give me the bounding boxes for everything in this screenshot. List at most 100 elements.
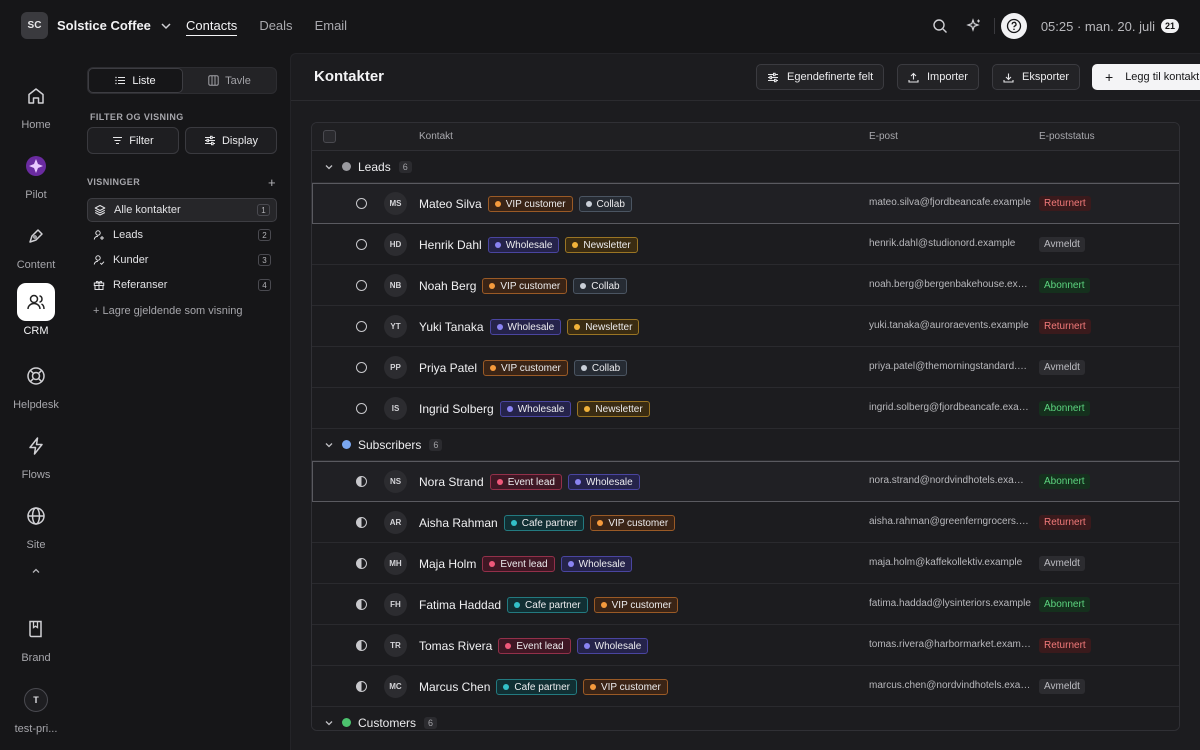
table-row[interactable]: HD Henrik Dahl Wholesale Newsletter henrik.d… xyxy=(312,224,1179,265)
contact-name[interactable]: Ingrid Solberg xyxy=(419,402,494,416)
export-button[interactable]: Eksporter xyxy=(992,64,1081,90)
help-button[interactable] xyxy=(1000,13,1027,39)
sparkle-icon[interactable] xyxy=(960,12,988,40)
contact-tag[interactable]: Collab xyxy=(573,278,627,294)
rail-helpdesk[interactable]: Helpdesk xyxy=(0,357,72,411)
contact-tag[interactable]: Newsletter xyxy=(567,319,640,335)
save-view-link[interactable]: + Lagre gjeldende som visning xyxy=(93,305,243,317)
nav-email[interactable]: Email xyxy=(315,18,348,36)
contact-tag[interactable]: Wholesale xyxy=(489,319,562,335)
status-circle-icon[interactable] xyxy=(356,403,367,414)
toggle-board[interactable]: Tavle xyxy=(183,68,276,93)
table-row[interactable]: FH Fatima Haddad Cafe partner VIP customer f… xyxy=(312,584,1179,625)
select-all-checkbox[interactable] xyxy=(323,130,336,143)
filter-button[interactable]: Filter xyxy=(87,127,179,154)
rail-home[interactable]: Home xyxy=(0,77,72,131)
contact-tag[interactable]: Cafe partner xyxy=(496,679,577,695)
custom-fields-button[interactable]: Egendefinerte felt xyxy=(756,64,885,90)
group-header[interactable]: Leads 6 xyxy=(312,151,1179,183)
workspace-switcher[interactable]: SC Solstice Coffee xyxy=(21,12,173,39)
status-circle-icon[interactable] xyxy=(356,476,367,487)
contact-tag[interactable]: Wholesale xyxy=(576,638,649,654)
contact-tag[interactable]: VIP customer xyxy=(590,515,676,531)
status-circle-icon[interactable] xyxy=(356,239,367,250)
contact-tag[interactable]: VIP customer xyxy=(487,196,573,212)
contact-tag[interactable]: Newsletter xyxy=(565,237,638,253)
rail-account[interactable]: T test-pri... xyxy=(0,681,72,735)
table-row[interactable]: PP Priya Patel VIP customer Collab priya.pat… xyxy=(312,347,1179,388)
rail-flows[interactable]: Flows xyxy=(0,427,72,481)
contact-name[interactable]: Fatima Haddad xyxy=(419,598,501,612)
tag-label: VIP customer xyxy=(500,280,561,292)
toggle-list[interactable]: Liste xyxy=(88,68,183,93)
status-circle-icon[interactable] xyxy=(356,321,367,332)
column-contact[interactable]: Kontakt xyxy=(419,131,453,142)
group-header[interactable]: Subscribers 6 xyxy=(312,429,1179,461)
view-customers[interactable]: Kunder 3 xyxy=(87,248,277,272)
nav-deals[interactable]: Deals xyxy=(259,18,292,36)
contact-tag[interactable]: VIP customer xyxy=(593,597,679,613)
rail-site[interactable]: Site xyxy=(0,497,72,551)
view-referrals[interactable]: Referanser 4 xyxy=(87,273,277,297)
rail-crm[interactable]: CRM xyxy=(0,283,72,337)
group-header[interactable]: Customers 6 xyxy=(312,707,1179,730)
contact-tag[interactable]: Newsletter xyxy=(577,401,650,417)
contact-tag[interactable]: Wholesale xyxy=(487,237,560,253)
contact-name[interactable]: Marcus Chen xyxy=(419,680,490,694)
contact-tag[interactable]: Wholesale xyxy=(499,401,572,417)
status-circle-icon[interactable] xyxy=(356,362,367,373)
contact-tag[interactable]: Event lead xyxy=(482,556,555,572)
status-circle-icon[interactable] xyxy=(356,681,367,692)
nav-contacts[interactable]: Contacts xyxy=(186,18,238,36)
contact-tag[interactable]: Cafe partner xyxy=(503,515,585,531)
view-all-contacts[interactable]: Alle kontakter 1 xyxy=(87,198,277,222)
contact-cell: Henrik Dahl Wholesale Newsletter xyxy=(419,237,638,253)
table-row[interactable]: AR Aisha Rahman Cafe partner VIP customer ai… xyxy=(312,502,1179,543)
table-row[interactable]: MC Marcus Chen Cafe partner VIP customer mar… xyxy=(312,666,1179,707)
contact-name[interactable]: Tomas Rivera xyxy=(419,639,492,653)
contact-name[interactable]: Henrik Dahl xyxy=(419,238,482,252)
status-circle-icon[interactable] xyxy=(356,558,367,569)
contact-tag[interactable]: Collab xyxy=(578,196,632,212)
contact-name[interactable]: Nora Strand xyxy=(419,475,484,489)
status-circle-icon[interactable] xyxy=(356,640,367,651)
status-circle-icon[interactable] xyxy=(356,198,367,209)
contact-name[interactable]: Priya Patel xyxy=(419,361,477,375)
rail-content[interactable]: Content xyxy=(0,217,72,271)
add-contact-button[interactable]: + Legg til kontakt xyxy=(1092,64,1200,90)
contact-name[interactable]: Noah Berg xyxy=(419,279,476,293)
search-icon[interactable] xyxy=(926,12,954,40)
status-circle-icon[interactable] xyxy=(356,599,367,610)
table-row[interactable]: NB Noah Berg VIP customer Collab noah.berg@b… xyxy=(312,265,1179,306)
import-button[interactable]: Importer xyxy=(897,64,979,90)
contact-tag[interactable]: Cafe partner xyxy=(507,597,588,613)
table-row[interactable]: IS Ingrid Solberg Wholesale Newsletter ingri… xyxy=(312,388,1179,429)
contact-name[interactable]: Mateo Silva xyxy=(419,197,482,211)
table-row[interactable]: YT Yuki Tanaka Wholesale Newsletter yuki.tan… xyxy=(312,306,1179,347)
rail-collapse[interactable] xyxy=(0,565,72,577)
contact-tag[interactable]: VIP customer xyxy=(483,360,568,376)
add-view-button[interactable]: + xyxy=(268,175,276,190)
table-row[interactable]: NS Nora Strand Event lead Wholesale nora.str… xyxy=(312,461,1179,502)
contact-tag[interactable]: VIP customer xyxy=(582,679,668,695)
view-leads[interactable]: Leads 2 xyxy=(87,223,277,247)
rail-brand[interactable]: Brand xyxy=(0,610,72,664)
column-email[interactable]: E-post xyxy=(869,131,898,142)
contact-tag[interactable]: Wholesale xyxy=(567,474,640,490)
contact-tag[interactable]: Event lead xyxy=(489,474,562,490)
column-email-status[interactable]: E-poststatus xyxy=(1039,131,1095,142)
contact-name[interactable]: Maja Holm xyxy=(419,557,476,571)
contact-tag[interactable]: Event lead xyxy=(498,638,571,654)
table-row[interactable]: MS Mateo Silva VIP customer Collab mateo.sil… xyxy=(312,183,1179,224)
table-row[interactable]: MH Maja Holm Event lead Wholesale maja.holm@… xyxy=(312,543,1179,584)
table-row[interactable]: TR Tomas Rivera Event lead Wholesale tomas.r… xyxy=(312,625,1179,666)
contact-name[interactable]: Aisha Rahman xyxy=(419,516,498,530)
status-circle-icon[interactable] xyxy=(356,280,367,291)
status-circle-icon[interactable] xyxy=(356,517,367,528)
rail-pilot[interactable]: Pilot xyxy=(0,147,72,201)
display-button[interactable]: Display xyxy=(185,127,277,154)
contact-name[interactable]: Yuki Tanaka xyxy=(419,320,484,334)
contact-tag[interactable]: VIP customer xyxy=(482,278,568,294)
contact-tag[interactable]: Collab xyxy=(573,360,628,376)
contact-tag[interactable]: Wholesale xyxy=(560,556,633,572)
